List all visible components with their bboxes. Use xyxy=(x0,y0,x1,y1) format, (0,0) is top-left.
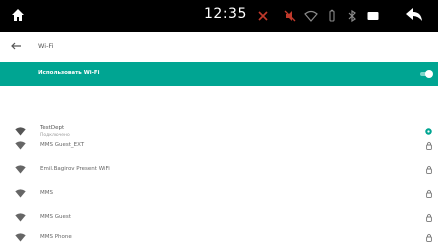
wifi-signal-icon xyxy=(15,141,26,150)
lock-icon xyxy=(426,165,432,174)
mute-icon xyxy=(284,10,296,22)
network-name: MMS Phone xyxy=(40,234,72,240)
wifi-toggle[interactable] xyxy=(420,70,434,78)
page-header: Wi-Fi xyxy=(0,32,438,62)
network-name: Emil.Bagirov Present WiFi xyxy=(40,166,110,172)
toggle-thumb xyxy=(425,70,433,78)
no-sim-icon xyxy=(258,11,268,21)
page-title: Wi-Fi xyxy=(38,42,54,50)
wifi-status-icon xyxy=(304,10,318,22)
network-item[interactable]: Emil.Bagirov Present WiFi xyxy=(0,158,438,182)
lock-icon xyxy=(426,189,432,198)
back-arrow-icon[interactable] xyxy=(10,40,22,52)
back-arrow-icon[interactable] xyxy=(405,7,423,23)
network-name: MMS xyxy=(40,190,53,196)
home-icon[interactable] xyxy=(11,8,25,22)
bluetooth-icon xyxy=(348,9,356,23)
use-wifi-row[interactable]: Использовать Wi-Fi xyxy=(0,62,438,86)
wifi-signal-icon xyxy=(15,165,26,174)
network-item[interactable]: MMS Phone xyxy=(0,226,438,250)
screen-icon[interactable] xyxy=(366,9,380,23)
lock-icon xyxy=(426,233,432,242)
use-wifi-label: Использовать Wi-Fi xyxy=(38,70,100,76)
wifi-signal-icon xyxy=(15,213,26,222)
clock: 12:35 xyxy=(204,6,247,22)
wifi-signal-icon xyxy=(15,233,26,242)
lock-icon xyxy=(426,213,432,222)
network-name: TestDept xyxy=(40,125,65,131)
network-name: MMS Guest_EXT xyxy=(40,142,85,148)
battery-icon xyxy=(329,9,335,22)
status-bar: 12:35 xyxy=(0,0,438,32)
wifi-signal-icon xyxy=(15,189,26,198)
network-name: MMS Guest xyxy=(40,214,71,220)
network-item[interactable]: MMS xyxy=(0,182,438,206)
lock-icon xyxy=(426,141,432,150)
network-item[interactable]: MMS Guest_EXT xyxy=(0,134,438,158)
